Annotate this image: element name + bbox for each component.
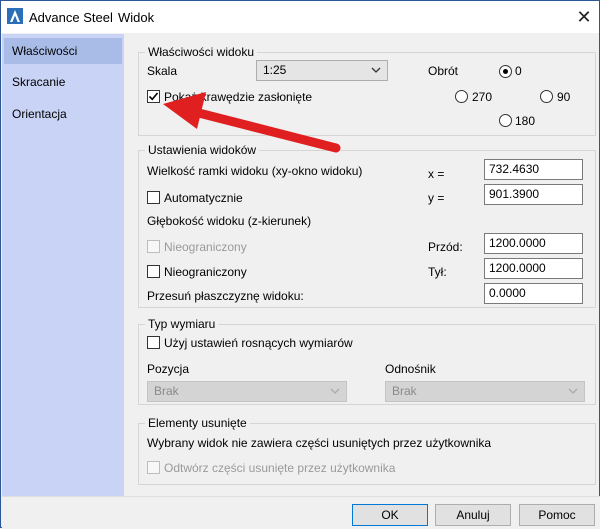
advance-steel-logo-icon [7, 8, 23, 24]
rotation-90-label: 90 [557, 90, 571, 104]
rotation-0-label: 0 [515, 64, 522, 78]
removed-info-text: Wybrany widok nie zawiera części usunięt… [147, 436, 492, 450]
main-panel: Właściwości widoku Skala 1:25 Obrót 0 Po… [124, 34, 599, 496]
close-icon[interactable]: ✕ [573, 6, 595, 28]
rotation-radio-90[interactable] [540, 90, 553, 103]
show-hidden-checkbox[interactable] [147, 90, 160, 103]
sidebar-item-wlasciwosci[interactable]: Właściwości [4, 38, 122, 64]
group-title: Elementy usunięte [145, 416, 250, 430]
y-label: y = [428, 191, 445, 205]
position-dropdown[interactable]: Brak [147, 381, 347, 402]
restore-removed-label: Odtwórz części usunięte przez użytkownik… [164, 461, 396, 475]
position-value: Brak [154, 384, 179, 398]
dialog-footer: OK Anuluj Pomoc [2, 496, 600, 528]
window-title: Widok [118, 10, 155, 25]
unlimited-back-checkbox[interactable] [147, 265, 160, 278]
front-label: Przód: [428, 240, 463, 254]
sidebar: Właściwości Skracanie Orientacja [2, 34, 124, 496]
group-title: Ustawienia widoków [145, 143, 260, 157]
rotation-radio-180[interactable] [499, 114, 512, 127]
scale-value: 1:25 [263, 63, 287, 77]
rotation-270-label: 270 [472, 90, 493, 104]
radio-selected-dot [503, 69, 508, 74]
chevron-down-icon [371, 67, 381, 73]
shift-plane-label: Przesuń płaszczyznę widoku: [147, 289, 304, 303]
auto-checkbox[interactable] [147, 191, 160, 204]
group-title: Właściwości widoku [145, 45, 258, 59]
ok-button[interactable]: OK [352, 504, 428, 526]
sidebar-item-skracanie[interactable]: Skracanie [4, 69, 122, 95]
reference-label: Odnośnik [385, 362, 436, 376]
unlimited-front-checkbox[interactable] [147, 240, 160, 253]
depth-label: Głębokość widoku (z-kierunek) [147, 214, 312, 228]
rotation-radio-0[interactable] [499, 65, 512, 78]
checkmark-icon [148, 92, 159, 101]
dialog-window: Advance Steel Widok ✕ Właściwości Skraca… [0, 0, 600, 528]
x-input[interactable]: 732.4630 [484, 159, 583, 180]
show-hidden-label: Pokaż krawędzie zasłonięte [164, 90, 313, 104]
front-input[interactable]: 1200.0000 [484, 233, 583, 254]
cancel-button[interactable]: Anuluj [435, 504, 511, 526]
app-name: Advance Steel [29, 10, 113, 25]
position-label: Pozycja [147, 362, 190, 376]
sidebar-item-orientacja[interactable]: Orientacja [4, 101, 122, 127]
group-title: Typ wymiaru [145, 317, 219, 331]
incremental-dimensions-label: Użyj ustawień rosnących wymiarów [164, 336, 353, 350]
rotation-180-label: 180 [515, 114, 536, 128]
rotation-radio-270[interactable] [455, 90, 468, 103]
scale-label: Skala [147, 64, 178, 78]
auto-label: Automatycznie [164, 191, 243, 205]
group-view-properties: Właściwości widoku Skala 1:25 Obrót 0 Po… [138, 45, 596, 136]
group-view-settings: Ustawienia widoków Wielkość ramki widoku… [138, 143, 596, 308]
unlimited-back-label: Nieograniczony [164, 265, 247, 279]
shift-plane-input[interactable]: 0.0000 [484, 283, 583, 304]
reference-dropdown[interactable]: Brak [385, 381, 585, 402]
frame-size-label: Wielkość ramki widoku (xy-okno widoku) [147, 164, 363, 178]
unlimited-front-label: Nieograniczony [164, 240, 247, 254]
y-input[interactable]: 901.3900 [484, 184, 583, 205]
incremental-dimensions-checkbox[interactable] [147, 336, 160, 349]
group-removed-elements: Elementy usunięte Wybrany widok nie zawi… [138, 416, 596, 485]
help-button[interactable]: Pomoc [519, 504, 595, 526]
x-label: x = [428, 167, 445, 181]
back-label: Tył: [428, 265, 447, 279]
chevron-down-icon [568, 388, 578, 394]
reference-value: Brak [392, 384, 417, 398]
rotation-label: Obrót [428, 64, 459, 78]
chevron-down-icon [330, 388, 340, 394]
title-bar[interactable]: Advance Steel Widok ✕ [1, 1, 599, 33]
back-input[interactable]: 1200.0000 [484, 258, 583, 279]
group-dimension-type: Typ wymiaru Użyj ustawień rosnących wymi… [138, 317, 596, 405]
restore-removed-checkbox[interactable] [147, 461, 160, 474]
scale-dropdown[interactable]: 1:25 [256, 60, 388, 81]
